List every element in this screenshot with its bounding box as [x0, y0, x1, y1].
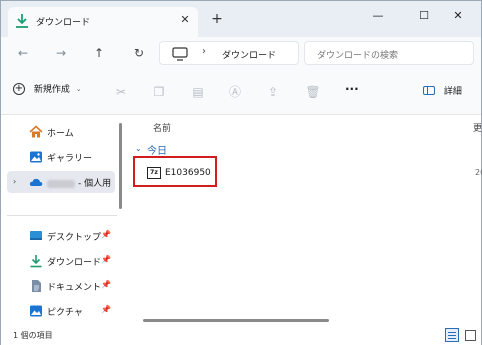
new-tab-button[interactable]: +	[209, 11, 225, 27]
file-list: 名前 更 ⌄ 今日 7z E1036950 20	[127, 115, 482, 325]
tab-title: ダウンロード	[36, 18, 91, 28]
file-date: 20	[475, 168, 482, 177]
navigation-bar: ← → ↑ ↻ › ダウンロード ダウンロードの検索	[1, 37, 481, 69]
column-header-name[interactable]: 名前	[153, 121, 171, 134]
details-button[interactable]: 詳細	[423, 84, 462, 100]
home-icon	[29, 125, 43, 138]
sidebar-item-pictures[interactable]: ピクチャ 📌	[7, 300, 115, 322]
details-button-label: 詳細	[443, 87, 462, 97]
sidebar-item-desktop[interactable]: デスクトップ 📌	[7, 225, 115, 247]
download-icon	[30, 255, 42, 268]
sidebar-item-label: ピクチャ	[47, 308, 83, 318]
close-window-button[interactable]: ✕	[435, 1, 481, 31]
cut-icon[interactable]: ✂	[113, 84, 129, 100]
chevron-down-icon[interactable]: ⌄	[135, 144, 142, 153]
pc-icon	[172, 47, 188, 61]
status-bar: 1 個の項目	[1, 325, 481, 345]
back-button[interactable]: ←	[13, 43, 33, 63]
sidebar-item-label: ホーム	[47, 129, 74, 139]
title-bar: ダウンロード ✕ + — ☐ ✕	[1, 1, 481, 37]
pin-icon: 📌	[101, 255, 111, 264]
sidebar-item-label-text: - 個人用	[78, 179, 112, 189]
chevron-right-icon[interactable]: ›	[202, 46, 206, 57]
copy-icon[interactable]: ❐	[151, 84, 167, 100]
item-count: 1 個の項目	[13, 331, 53, 340]
column-header-date[interactable]: 更	[473, 121, 482, 134]
highlight-box	[133, 156, 217, 187]
pin-icon: 📌	[101, 280, 111, 289]
rename-icon[interactable]: Ⓐ	[227, 84, 243, 100]
pin-icon: 📌	[101, 230, 111, 239]
close-icon[interactable]: ✕	[178, 13, 192, 27]
search-input[interactable]: ダウンロードの検索	[304, 41, 474, 65]
navigation-pane: ホーム ギャラリー › - 個人用 デスクトップ 📌 ダウンロード 📌 ドキュメ…	[1, 115, 123, 325]
pin-icon: 📌	[101, 305, 111, 314]
explorer-window: ダウンロード ✕ + — ☐ ✕ ← → ↑ ↻ › ダウンロード ダウンロード…	[0, 0, 482, 345]
new-button-label: 新規作成	[33, 85, 70, 95]
redacted-account-name	[47, 179, 75, 188]
download-icon	[16, 14, 28, 28]
search-placeholder: ダウンロードの検索	[317, 51, 399, 61]
sidebar-item-onedrive[interactable]: › - 個人用	[7, 171, 115, 193]
sidebar-item-label: - 個人用	[47, 176, 111, 189]
minimize-button[interactable]: —	[355, 1, 401, 31]
desktop-icon	[30, 231, 42, 240]
sidebar-item-label: ドキュメント	[47, 283, 102, 293]
new-button[interactable]: + 新規作成 ⌄	[13, 82, 82, 102]
chevron-down-icon: ⌄	[75, 84, 82, 93]
pictures-icon	[30, 305, 42, 317]
up-button[interactable]: ↑	[89, 43, 109, 63]
command-bar: + 新規作成 ⌄ ✂ ❐ ▤ Ⓐ ⇪ 🗑 ··· 詳細	[1, 69, 481, 115]
sidebar-scrollbar[interactable]	[119, 123, 122, 209]
tiles-view-icon[interactable]	[463, 328, 477, 342]
divider	[7, 215, 117, 216]
more-options-icon[interactable]: ···	[345, 82, 361, 98]
share-icon[interactable]: ⇪	[265, 84, 281, 100]
gallery-icon	[30, 151, 42, 163]
horizontal-scrollbar[interactable]	[143, 319, 329, 322]
tab-downloads[interactable]: ダウンロード ✕	[8, 7, 198, 37]
group-header-today[interactable]: 今日	[147, 142, 167, 157]
sidebar-item-home[interactable]: ホーム	[7, 121, 115, 143]
sidebar-item-downloads[interactable]: ダウンロード 📌	[7, 250, 115, 272]
plus-icon: +	[13, 82, 25, 95]
onedrive-icon	[29, 178, 43, 186]
chevron-right-icon[interactable]: ›	[13, 177, 16, 186]
address-bar[interactable]: › ダウンロード	[159, 41, 299, 65]
sidebar-item-label: ダウンロード	[47, 258, 102, 268]
sidebar-item-label: ギャラリー	[47, 154, 93, 164]
address-location[interactable]: ダウンロード	[222, 48, 276, 61]
sidebar-item-label: デスクトップ	[47, 233, 102, 243]
sidebar-item-gallery[interactable]: ギャラリー	[7, 146, 115, 168]
sidebar-item-documents[interactable]: ドキュメント 📌	[7, 275, 115, 297]
documents-icon	[32, 280, 41, 292]
delete-icon[interactable]: 🗑	[305, 84, 321, 100]
details-view-icon[interactable]	[445, 328, 459, 342]
paste-icon[interactable]: ▤	[190, 84, 206, 100]
refresh-button[interactable]: ↻	[129, 43, 149, 63]
details-pane-icon	[423, 86, 435, 95]
forward-button[interactable]: →	[51, 43, 71, 63]
